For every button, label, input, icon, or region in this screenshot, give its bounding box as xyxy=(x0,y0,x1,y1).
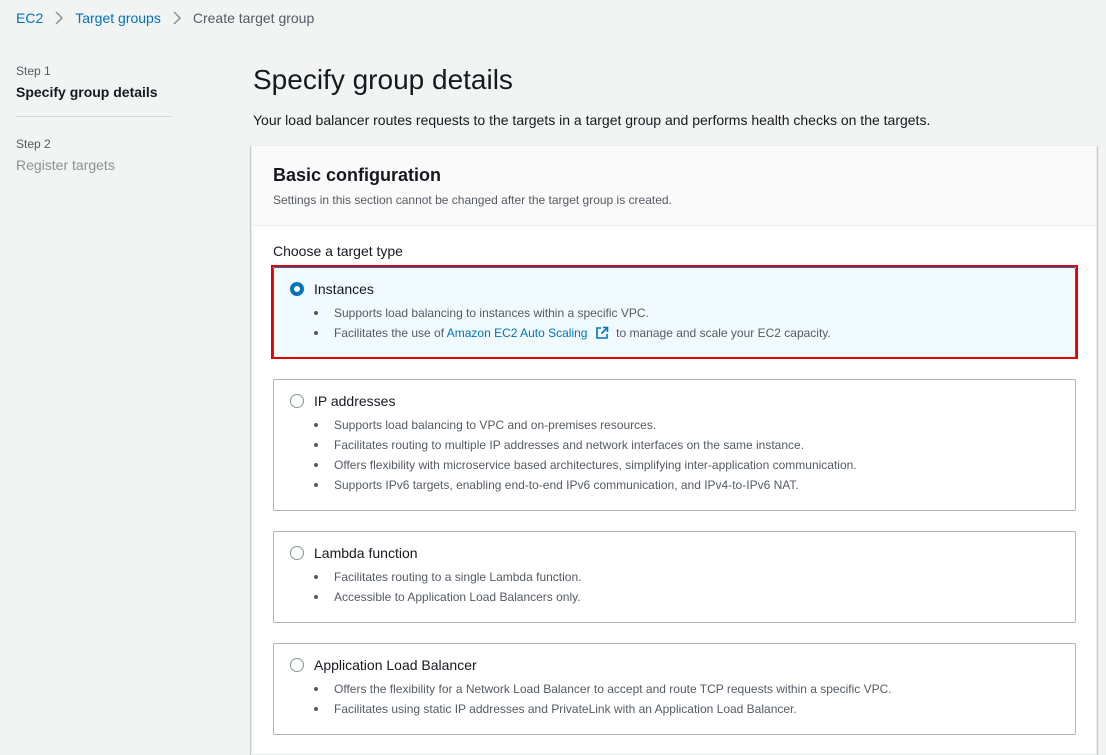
panel-header: Basic configuration Settings in this sec… xyxy=(252,146,1096,226)
list-item: Supports load balancing to VPC and on-pr… xyxy=(314,415,1059,435)
panel-subtitle: Settings in this section cannot be chang… xyxy=(273,193,672,207)
step-1-label: Step 1 xyxy=(16,64,51,78)
page-description: Your load balancer routes requests to th… xyxy=(253,112,931,128)
instances-bullets: Supports load balancing to instances wit… xyxy=(314,303,1059,346)
list-item: Offers the flexibility for a Network Loa… xyxy=(314,679,1059,699)
ec2-auto-scaling-link[interactable]: Amazon EC2 Auto Scaling xyxy=(447,326,588,340)
list-item: Accessible to Application Load Balancers… xyxy=(314,587,1059,607)
step-1: Step 1 Specify group details xyxy=(16,64,172,100)
panel-title: Basic configuration xyxy=(273,165,442,185)
bullet-text-before: Facilitates the use of xyxy=(334,326,445,340)
bullet-text-after: to manage and scale your EC2 capacity. xyxy=(616,326,831,340)
breadcrumb: EC2 Target groups Create target group xyxy=(16,9,314,27)
list-item: Facilitates the use of Amazon EC2 Auto S… xyxy=(314,323,1059,346)
target-type-instances-tile[interactable]: Instances Supports load balancing to ins… xyxy=(273,267,1076,358)
step-divider xyxy=(16,116,172,117)
lambda-title: Lambda function xyxy=(314,545,418,561)
alb-bullets: Offers the flexibility for a Network Loa… xyxy=(314,679,1059,719)
list-item: Supports load balancing to instances wit… xyxy=(314,303,1059,323)
ip-addresses-radio[interactable] xyxy=(290,394,304,408)
alb-title: Application Load Balancer xyxy=(314,657,477,673)
alb-radio[interactable] xyxy=(290,658,304,672)
breadcrumb-ec2-link[interactable]: EC2 xyxy=(16,10,43,26)
step-1-title: Specify group details xyxy=(16,84,158,100)
step-2-label: Step 2 xyxy=(16,137,51,151)
main-content: Specify group details Your load balancer… xyxy=(253,60,1106,130)
list-item: Facilitates routing to multiple IP addre… xyxy=(314,435,1059,455)
list-item: Facilitates routing to a single Lambda f… xyxy=(314,567,1059,587)
target-type-label: Choose a target type xyxy=(273,243,403,259)
chevron-right-icon xyxy=(171,11,183,25)
breadcrumb-target-groups-link[interactable]: Target groups xyxy=(75,10,161,26)
lambda-radio[interactable] xyxy=(290,546,304,560)
step-2: Step 2 Register targets xyxy=(16,137,172,173)
instances-radio[interactable] xyxy=(290,282,304,296)
chevron-right-icon xyxy=(53,11,65,25)
lambda-bullets: Facilitates routing to a single Lambda f… xyxy=(314,567,1059,607)
ip-addresses-bullets: Supports load balancing to VPC and on-pr… xyxy=(314,415,1059,495)
list-item: Supports IPv6 targets, enabling end-to-e… xyxy=(314,475,1059,495)
ip-addresses-title: IP addresses xyxy=(314,393,396,409)
target-type-ip-addresses-tile[interactable]: IP addresses Supports load balancing to … xyxy=(273,379,1076,511)
target-type-alb-tile[interactable]: Application Load Balancer Offers the fle… xyxy=(273,643,1076,735)
target-type-lambda-tile[interactable]: Lambda function Facilitates routing to a… xyxy=(273,531,1076,623)
basic-configuration-panel: Basic configuration Settings in this sec… xyxy=(251,145,1097,755)
breadcrumb-current: Create target group xyxy=(192,10,315,26)
wizard-steps: Step 1 Specify group details Step 2 Regi… xyxy=(16,64,172,173)
list-item: Facilitates using static IP addresses an… xyxy=(314,699,1059,719)
page-title: Specify group details xyxy=(253,64,513,95)
external-link-icon[interactable] xyxy=(595,326,609,346)
instances-title: Instances xyxy=(314,281,374,297)
step-2-title: Register targets xyxy=(16,157,115,173)
list-item: Offers flexibility with microservice bas… xyxy=(314,455,1059,475)
